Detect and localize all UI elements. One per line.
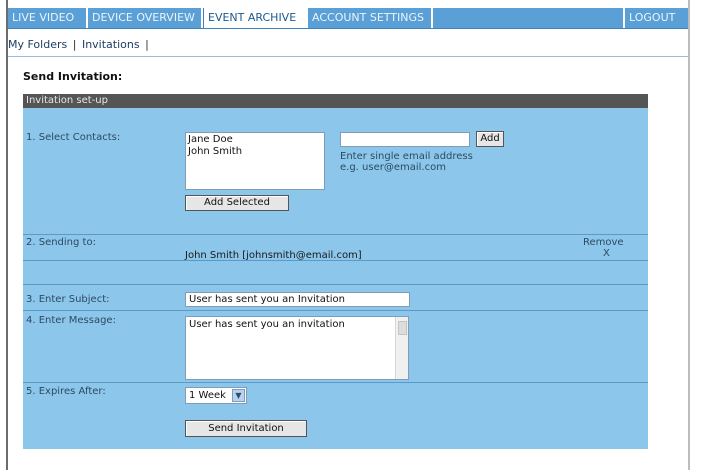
email-input[interactable] — [340, 132, 470, 147]
my-folders-link[interactable]: My Folders — [8, 38, 67, 51]
contact-item[interactable]: John Smith — [188, 146, 322, 158]
email-hint-line: Enter single email address — [340, 151, 473, 162]
invitations-link[interactable]: Invitations — [82, 38, 140, 51]
row-divider — [23, 310, 648, 311]
message-label: 4. Enter Message: — [26, 315, 116, 326]
send-invitation-button[interactable]: Send Invitation — [185, 420, 307, 437]
scrollbar-thumb[interactable] — [398, 321, 407, 335]
message-textarea[interactable]: User has sent you an invitation — [185, 316, 409, 380]
expires-value: 1 Week — [189, 390, 226, 401]
remove-recipient-x[interactable]: X — [603, 248, 610, 259]
left-border — [6, 0, 8, 470]
panel-header: Invitation set-up — [23, 94, 648, 108]
subnav-divider — [8, 56, 688, 57]
subject-input[interactable]: User has sent you an Invitation — [185, 292, 410, 307]
message-scrollbar[interactable] — [395, 317, 408, 379]
sub-nav: My Folders | Invitations | — [8, 38, 151, 54]
tab-account-settings[interactable]: ACCOUNT SETTINGS — [308, 8, 433, 28]
remove-recipient-link[interactable]: Remove — [583, 237, 624, 248]
row-divider — [23, 382, 648, 383]
subnav-separator: | — [145, 38, 149, 51]
tab-live-video[interactable]: LIVE VIDEO — [8, 8, 88, 28]
page-title: Send Invitation: — [23, 70, 123, 83]
row-divider — [23, 284, 648, 285]
subnav-separator: | — [72, 38, 77, 51]
email-hint-example: e.g. user@email.com — [340, 162, 446, 173]
add-selected-button[interactable]: Add Selected — [185, 195, 289, 211]
right-border — [688, 0, 690, 470]
tab-device-overview[interactable]: DEVICE OVERVIEW — [88, 8, 203, 28]
row-divider — [23, 260, 648, 261]
tab-event-archive[interactable]: EVENT ARCHIVE — [203, 8, 308, 28]
select-contacts-label: 1. Select Contacts: — [26, 132, 121, 143]
logout-link[interactable]: LOGOUT — [623, 8, 688, 28]
subject-label: 3. Enter Subject: — [26, 294, 110, 305]
sending-to-label: 2. Sending to: — [26, 237, 96, 248]
invitation-panel: Invitation set-up 1. Select Contacts: Ja… — [23, 94, 648, 449]
expires-select[interactable]: 1 Week ▼ — [185, 387, 247, 404]
chevron-down-icon[interactable]: ▼ — [232, 389, 245, 402]
contacts-list[interactable]: Jane Doe John Smith — [185, 132, 325, 190]
add-email-button[interactable]: Add — [476, 131, 504, 147]
top-nav: LIVE VIDEO DEVICE OVERVIEW EVENT ARCHIVE… — [8, 8, 688, 29]
message-text: User has sent you an invitation — [189, 319, 345, 330]
email-hint: Enter single email address e.g. user@ema… — [340, 151, 473, 173]
row-divider — [23, 234, 648, 235]
expires-label: 5. Expires After: — [26, 386, 106, 397]
contact-item[interactable]: Jane Doe — [188, 134, 322, 146]
